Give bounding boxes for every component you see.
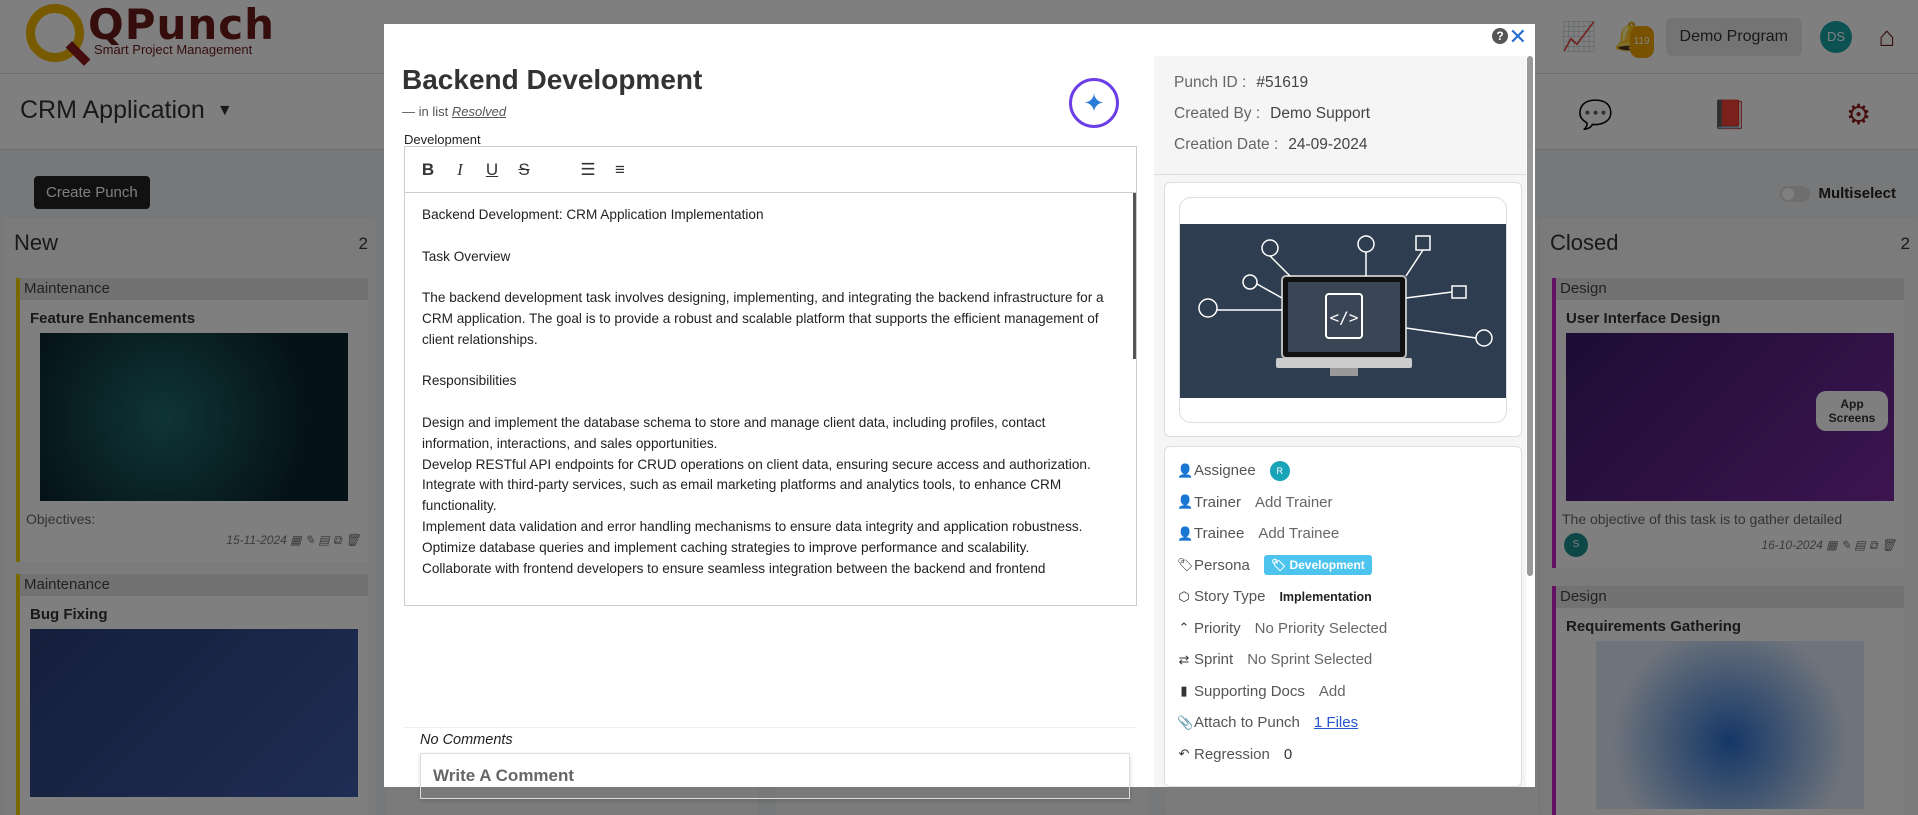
priority-value[interactable]: No Priority Selected — [1255, 620, 1388, 637]
close-icon[interactable]: ✕ — [1509, 24, 1527, 50]
bullet-list-icon[interactable]: ≡ — [611, 160, 629, 180]
trainee-row[interactable]: 👤 Trainee Add Trainee — [1177, 518, 1521, 550]
divider — [404, 727, 1137, 728]
tags-icon: 🏷 — [1177, 557, 1194, 573]
persona-label: Persona — [1194, 556, 1250, 574]
ai-sparkle-button[interactable]: ✦ — [1069, 78, 1119, 128]
editor-scrollbar[interactable] — [1133, 193, 1136, 359]
priority-row[interactable]: ⌃ Priority No Priority Selected — [1177, 613, 1521, 645]
strikethrough-button[interactable]: S — [515, 160, 533, 180]
add-docs-link[interactable]: Add — [1319, 683, 1346, 700]
editor-heading: Backend Development: CRM Application Imp… — [422, 207, 764, 222]
editor-content[interactable]: Backend Development: CRM Application Imp… — [405, 193, 1136, 605]
editor-overview-title: Task Overview — [422, 248, 511, 264]
description-editor[interactable]: B I U S ☰ ≡ Backend Development: CRM App… — [404, 146, 1137, 606]
responsibility-item: Develop RESTful API endpoints for CRUD o… — [422, 456, 1091, 472]
sprint-row[interactable]: ⇄ Sprint No Sprint Selected — [1177, 644, 1521, 676]
list-link[interactable]: Resolved — [452, 104, 506, 119]
comment-input[interactable]: Write A Comment — [420, 753, 1130, 799]
sprint-value[interactable]: No Sprint Selected — [1247, 651, 1372, 668]
modal-main-pane: Backend Development — in list Resolved ✦… — [392, 56, 1137, 799]
regression-label: Regression — [1194, 745, 1270, 763]
persona-tag[interactable]: 🏷 Development — [1263, 555, 1372, 576]
file-icon: ▮ — [1180, 683, 1188, 699]
assignee-avatar[interactable]: R — [1269, 460, 1290, 481]
responsibility-item: Design and implement the database schema… — [422, 414, 1046, 451]
regression-row[interactable]: ↶ Regression 0 — [1177, 739, 1521, 771]
add-trainee-link[interactable]: Add Trainee — [1258, 525, 1339, 542]
assignee-label: Assignee — [1194, 462, 1256, 480]
paperclip-icon: 📎 — [1177, 714, 1194, 730]
persona-row[interactable]: 🏷 Persona 🏷 Development — [1177, 550, 1521, 582]
editor-responsibilities-title: Responsibilities — [422, 373, 517, 389]
help-icon[interactable]: ? — [1492, 28, 1508, 44]
modal-scrollbar[interactable] — [1527, 56, 1533, 576]
trainer-row[interactable]: 👤 Trainer Add Trainer — [1177, 487, 1521, 519]
editor-overview-text: The backend development task involves de… — [422, 290, 1104, 347]
add-trainer-link[interactable]: Add Trainer — [1255, 494, 1333, 511]
bold-button[interactable]: B — [419, 160, 437, 180]
responsibility-item: Optimize database queries and implement … — [422, 539, 1030, 555]
list-prefix: — in list — [402, 104, 449, 119]
story-type-value[interactable]: Implementation — [1279, 590, 1371, 604]
responsibility-item: Implement data validation and error hand… — [422, 518, 1083, 534]
punch-properties: 👤 Assignee R 👤 Trainer Add Trainer 👤 Tra… — [1164, 446, 1522, 787]
modal-details-pane: Punch ID : #51619 Created By : Demo Suppor… — [1154, 56, 1526, 787]
cube-icon: ⬡ — [1178, 588, 1190, 604]
underline-button[interactable]: U — [483, 160, 501, 180]
divider — [1154, 174, 1526, 175]
story-type-label: Story Type — [1194, 588, 1266, 606]
created-by: Demo Support — [1270, 105, 1371, 122]
persona-value: Development — [1289, 558, 1365, 573]
no-comments-text: No Comments — [420, 732, 513, 748]
supporting-docs-row[interactable]: ▮ Supporting Docs Add — [1177, 676, 1521, 708]
punch-meta: Punch ID : #51619 Created By : Demo Suppor… — [1154, 56, 1526, 167]
ordered-list-icon[interactable]: ☰ — [579, 160, 597, 180]
files-link[interactable]: 1 Files — [1314, 714, 1358, 731]
trainee-label: Trainee — [1194, 525, 1245, 543]
punch-id: #51619 — [1256, 74, 1309, 91]
sprint-label: Sprint — [1194, 651, 1234, 669]
retweet-icon: ⇄ — [1178, 651, 1190, 667]
story-type-row[interactable]: ⬡ Story Type Implementation — [1177, 581, 1521, 613]
task-title[interactable]: Backend Development — [402, 64, 702, 96]
attach-label: Attach to Punch — [1194, 714, 1300, 732]
attachment-preview-panel: </> — [1164, 182, 1522, 437]
description-label: Development — [404, 132, 481, 147]
trainer-label: Trainer — [1194, 493, 1241, 511]
chevron-up-icon: ⌃ — [1178, 620, 1190, 636]
punch-id-label: Punch ID : — [1174, 74, 1247, 91]
modal-topbar: ? ✕ — [384, 24, 1535, 56]
responsibility-item: Integrate with third-party services, suc… — [422, 477, 1062, 514]
assignee-row[interactable]: 👤 Assignee R — [1177, 455, 1521, 487]
reply-icon: ↶ — [1178, 746, 1190, 762]
list-indicator: — in list Resolved — [402, 104, 506, 119]
attach-row[interactable]: 📎 Attach to Punch 1 Files — [1177, 707, 1521, 739]
svg-text:</>: </> — [1330, 308, 1359, 327]
italic-button[interactable]: I — [451, 160, 469, 180]
responsibility-item: Collaborate with frontend developers to … — [422, 560, 1046, 576]
creation-date-label: Creation Date : — [1174, 136, 1279, 153]
attachment-image[interactable]: </> — [1179, 197, 1507, 423]
code-monitor-illustration: </> — [1180, 224, 1506, 398]
punch-detail-modal: ? ✕ Backend Development — in list Resolv… — [384, 24, 1535, 799]
user-icon: 👤 — [1177, 462, 1194, 478]
regression-value[interactable]: 0 — [1284, 746, 1292, 763]
editor-toolbar: B I U S ☰ ≡ — [405, 147, 1136, 193]
user-icon: 👤 — [1177, 494, 1194, 510]
supporting-docs-label: Supporting Docs — [1194, 682, 1305, 700]
created-by-label: Created By : — [1174, 105, 1261, 122]
user-icon: 👤 — [1177, 525, 1194, 541]
creation-date: 24-09-2024 — [1288, 136, 1368, 153]
priority-label: Priority — [1194, 619, 1241, 637]
